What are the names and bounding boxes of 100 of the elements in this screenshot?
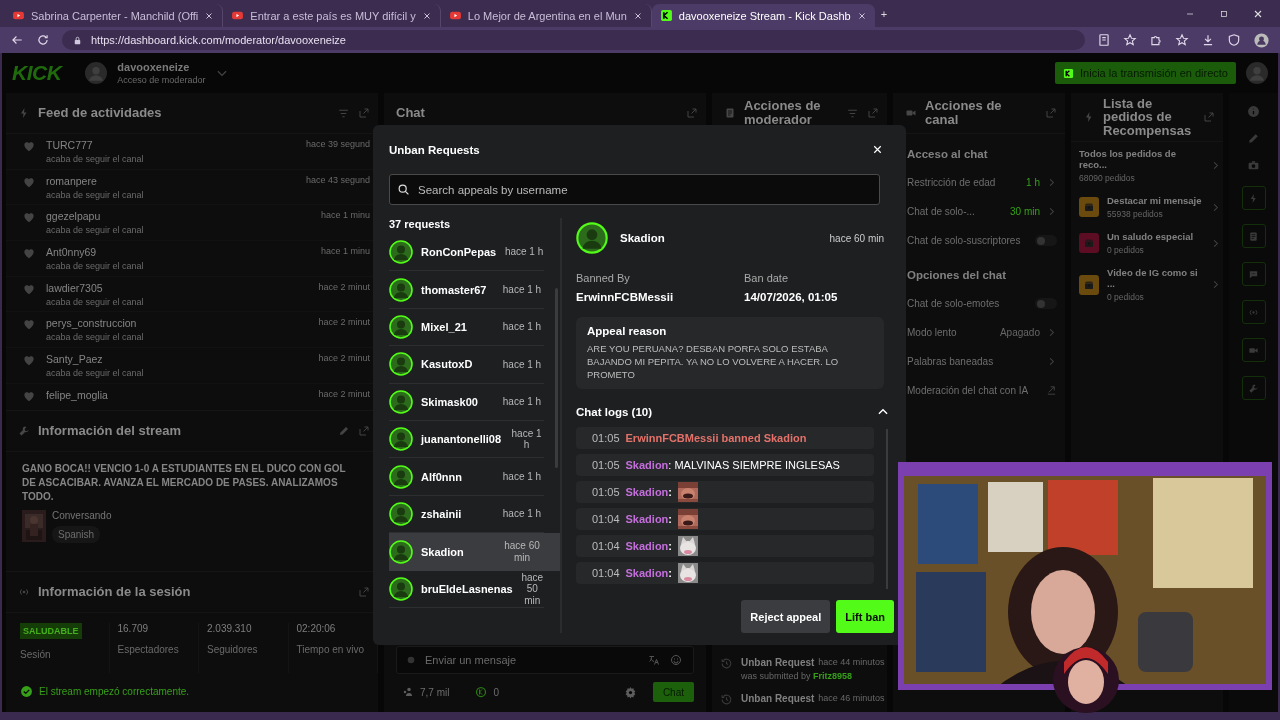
request-time: hace 60 min <box>829 232 885 244</box>
popout-icon[interactable] <box>1045 107 1057 119</box>
broadcast-button[interactable] <box>1241 300 1266 324</box>
lift-ban-button[interactable]: Lift ban <box>836 600 894 633</box>
avatar-icon <box>576 222 608 254</box>
reward-title: Destacar mi mensaje <box>1107 195 1202 206</box>
toggle-switch[interactable] <box>1035 298 1057 309</box>
request-item[interactable]: Mixel_21 hace 1 h <box>389 308 544 347</box>
log-message: Skadion: MALVINAS SIEMPRE INGLESAS <box>625 459 840 471</box>
external-link-icon[interactable] <box>1046 385 1057 396</box>
request-item[interactable]: KasutoxD hace 1 h <box>389 346 544 384</box>
activity-time: hace 2 minut <box>318 317 370 328</box>
request-item[interactable]: thomaster67 hace 1 h <box>389 271 544 309</box>
setting-value: Apagado <box>999 327 1040 338</box>
request-item[interactable]: juanantonelli08 hace 1 h <box>389 420 544 459</box>
video-button[interactable] <box>1241 338 1266 362</box>
reject-button[interactable]: Reject appeal <box>741 600 831 633</box>
request-item[interactable]: Skimask00 hace 1 h <box>389 383 544 421</box>
download-icon[interactable] <box>1201 33 1215 47</box>
close-icon[interactable] <box>204 10 215 21</box>
search-field[interactable]: Search appeals by username <box>389 174 880 205</box>
settings-icon[interactable] <box>623 685 637 699</box>
message-field[interactable]: Enviar un mensaje <box>396 646 694 674</box>
reward-title: Un saludo especial <box>1107 231 1195 242</box>
heart-icon <box>22 139 36 153</box>
heart-icon <box>22 317 36 332</box>
close-icon[interactable] <box>871 143 884 156</box>
log-message: ErwinnFCBMessii banned Skadion <box>625 432 807 444</box>
stat-label: Sesión <box>20 649 52 660</box>
avatar-icon <box>389 539 413 564</box>
activity-time: hace 39 segund <box>305 139 370 149</box>
close-icon[interactable] <box>856 10 867 21</box>
username: felipe_moglia <box>46 388 108 401</box>
toggle-switch[interactable] <box>1035 235 1057 246</box>
request-item[interactable]: bruEldeLasnenas hace 50 min <box>389 570 544 608</box>
back-icon[interactable] <box>10 33 24 47</box>
chat-button[interactable] <box>1241 262 1266 286</box>
avatar-icon <box>389 464 413 489</box>
log-time: 01:04 <box>592 567 620 579</box>
wrench-button[interactable] <box>1241 376 1266 400</box>
play-icon <box>448 9 462 22</box>
section-title: Chat logs (10) <box>576 406 653 418</box>
avatar-icon <box>389 314 413 339</box>
username: Ant0nny69 <box>46 246 98 259</box>
edit-icon[interactable] <box>1247 132 1260 145</box>
stream-description: GANO BOCA!! VENCIO 1-0 A ESTUDIANTES EN EL DUCO CON GOL DE ASCACIBAR. AVANZA EL MERCADO DE PASES. ANALIZAMOS TODO. <box>21 462 347 504</box>
panel-title: Feed de actividades <box>38 106 163 120</box>
reward-title: Video de IG como si ... <box>1107 267 1199 289</box>
viewer-count: 7,7 mil <box>420 686 450 698</box>
field-label: Ban date <box>744 272 790 284</box>
popout-icon[interactable] <box>358 107 370 119</box>
category-name: Conversando <box>52 510 112 521</box>
document-button[interactable] <box>1241 224 1266 248</box>
close-icon[interactable] <box>632 10 643 21</box>
request-item[interactable]: Alf0nnn hace 1 h <box>389 458 544 496</box>
star-icon[interactable] <box>1123 33 1137 47</box>
camera-icon[interactable] <box>1247 159 1260 172</box>
popout-icon[interactable] <box>358 586 370 598</box>
activity-text: acaba de seguir el canal <box>46 261 144 272</box>
emoji-icon[interactable] <box>670 654 682 666</box>
lightning-button[interactable] <box>1241 186 1266 210</box>
activity-text: acaba de seguir el canal <box>46 332 144 343</box>
address-bar[interactable]: https://dashboard.kick.com/moderator/davooxeneize <box>62 30 1085 50</box>
shield-icon[interactable] <box>1227 33 1241 47</box>
new-tab-button[interactable]: + <box>880 7 888 20</box>
avatar-icon <box>1246 62 1268 84</box>
kick-logo: KICK <box>12 61 62 85</box>
book-icon[interactable] <box>1097 33 1111 47</box>
puzzle-icon[interactable] <box>1149 33 1163 47</box>
log-message: Skadion: <box>625 513 672 525</box>
setting-value: 30 min <box>1010 206 1040 217</box>
document-icon <box>1248 230 1259 242</box>
heart-icon <box>22 210 36 225</box>
log-time: 01:05 <box>592 486 620 498</box>
edit-icon[interactable] <box>338 425 350 437</box>
profile-icon[interactable] <box>1253 31 1270 49</box>
avatar-icon <box>389 576 413 601</box>
action-title: Unban Request <box>741 693 815 704</box>
username: lawdier7305 <box>46 281 104 294</box>
popout-icon[interactable] <box>358 425 370 437</box>
panel-title: Acciones de moderador <box>744 99 822 127</box>
kick-icon <box>1063 67 1075 79</box>
panel-title: Acciones de canal <box>925 99 1003 127</box>
setting-value: 1 h <box>1026 177 1040 188</box>
request-item[interactable]: Skadion hace 60 min <box>389 533 560 571</box>
reload-icon[interactable] <box>36 33 50 47</box>
popout-icon[interactable] <box>1203 111 1215 123</box>
username: romanpere <box>46 174 98 187</box>
info-icon[interactable] <box>1247 105 1260 118</box>
popout-icon[interactable] <box>867 107 879 119</box>
translate-icon[interactable] <box>648 654 660 666</box>
avatar-icon <box>389 501 413 526</box>
popout-icon[interactable] <box>686 107 698 119</box>
request-item[interactable]: RonConPepas hace 1 h <box>389 234 544 272</box>
search-icon <box>397 183 410 196</box>
browser-tab[interactable]: davooxeneize Stream - Kick Dashb <box>651 4 875 27</box>
close-icon[interactable] <box>421 10 432 21</box>
activity-time: hace 2 minut <box>318 353 370 364</box>
viewers-icon <box>402 686 414 698</box>
star-icon[interactable] <box>1175 33 1189 47</box>
